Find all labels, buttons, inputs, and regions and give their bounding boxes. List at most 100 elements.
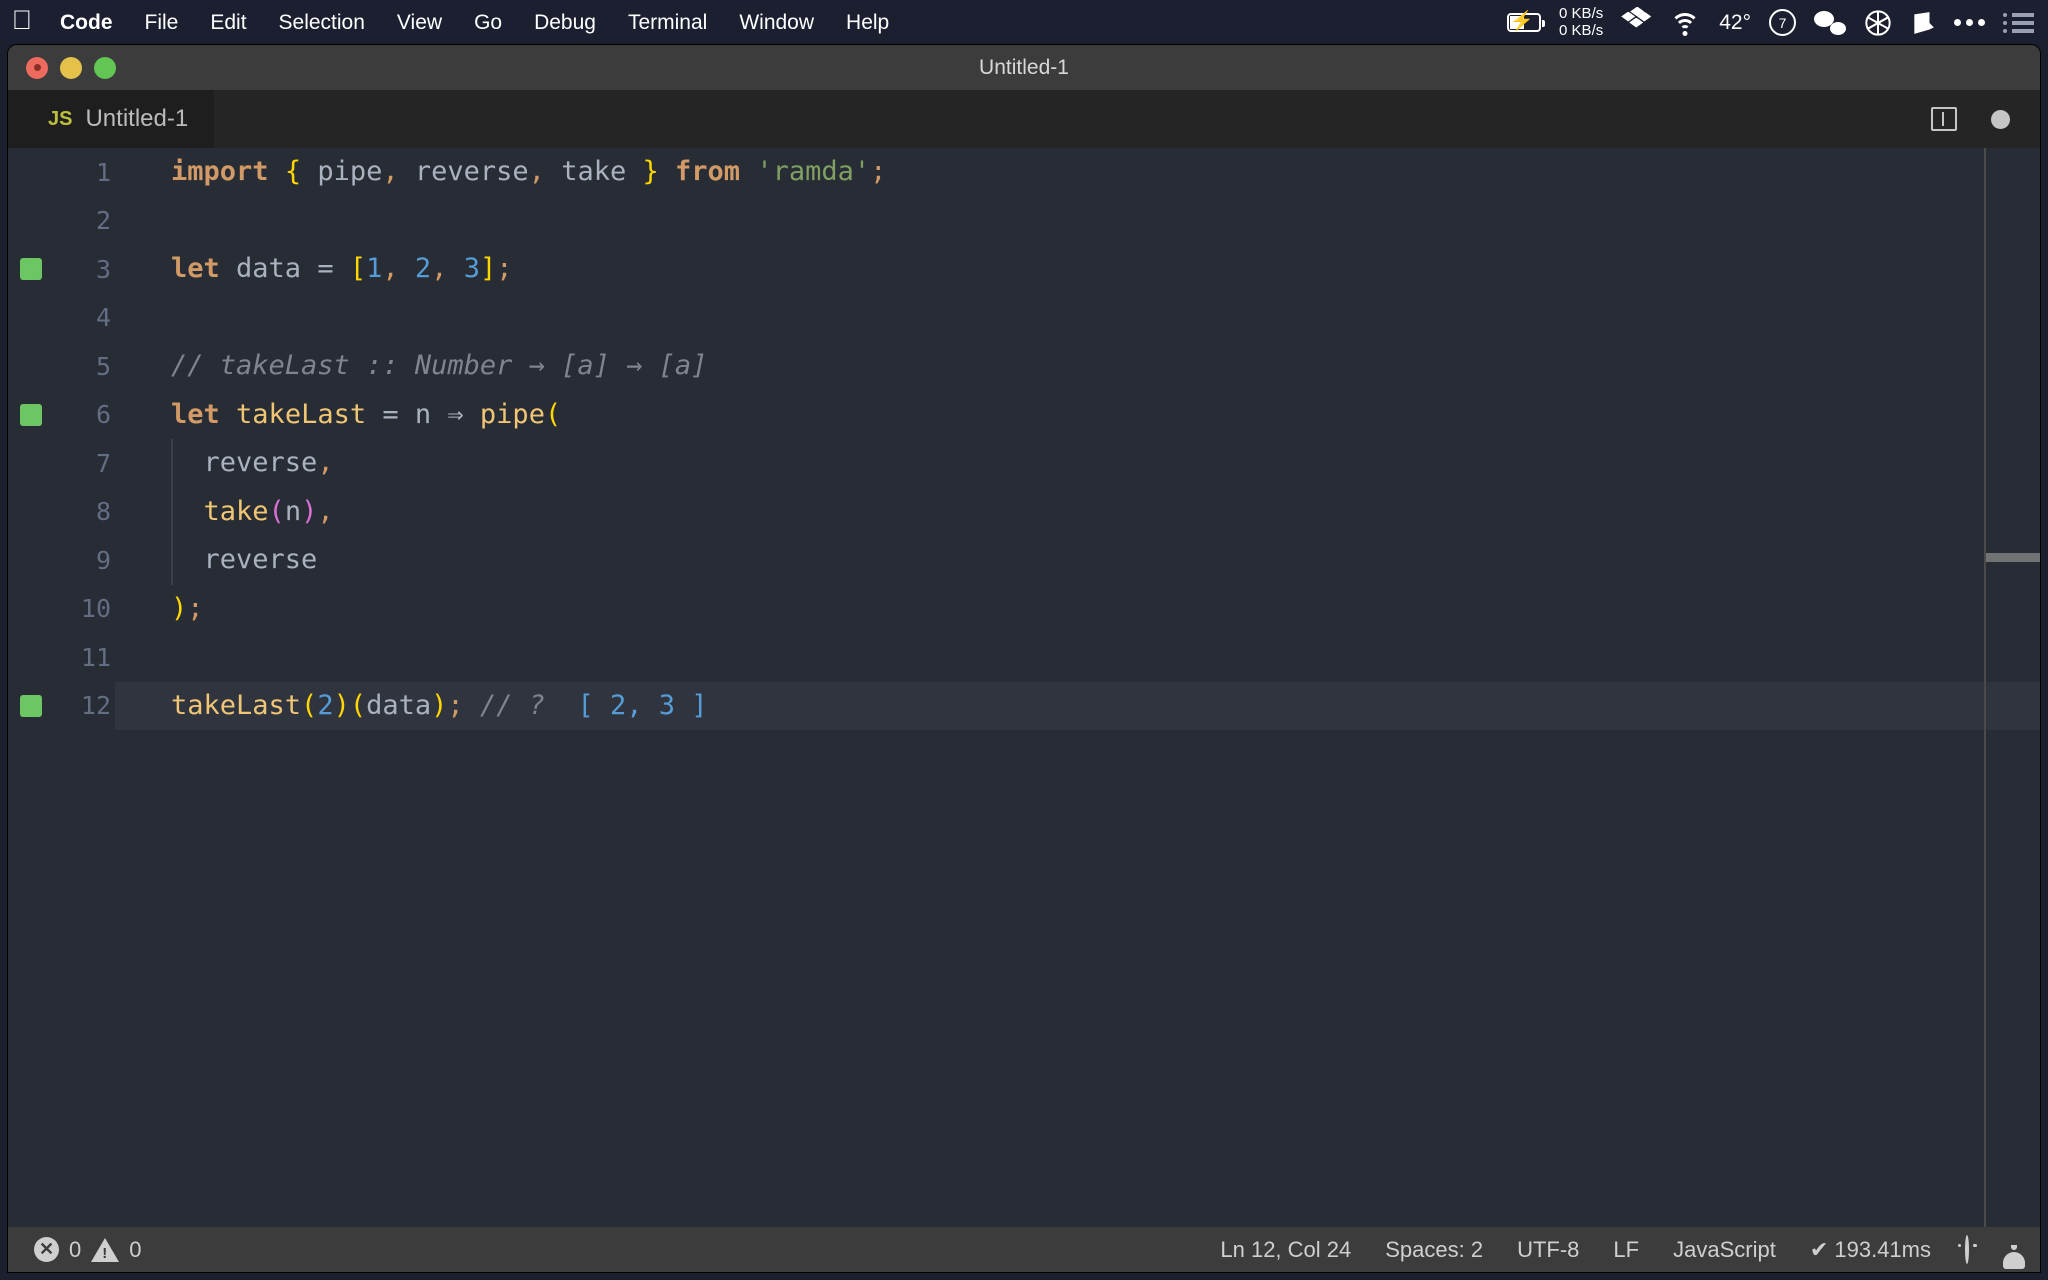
cursor-position[interactable]: Ln 12, Col 24 <box>1203 1237 1368 1263</box>
line-number: 1 <box>95 157 111 187</box>
javascript-file-icon: JS <box>48 107 73 130</box>
code-token: } <box>642 156 659 187</box>
overview-ruler-mark[interactable] <box>1986 553 2040 562</box>
code-line[interactable]: 8 take(n), <box>8 487 2040 536</box>
added-line-marker <box>19 403 42 426</box>
added-line-marker <box>19 694 42 717</box>
code-line[interactable]: 5 // takeLast :: Number → [a] → [a] <box>8 342 2040 391</box>
network-speed-indicator[interactable]: 0 KB/s 0 KB/s <box>1559 5 1603 40</box>
menu-item-edit[interactable]: Edit <box>194 0 262 45</box>
code-token: ( <box>268 495 285 527</box>
apple-logo-icon[interactable]:  <box>0 7 44 38</box>
gutter-change-indicator <box>8 258 53 281</box>
code-line-text[interactable] <box>115 197 2040 246</box>
end-of-line-sequence[interactable]: LF <box>1596 1237 1656 1263</box>
code-token: ( <box>301 689 318 721</box>
code-token: reverse <box>171 447 318 478</box>
code-editor[interactable]: 1 import { pipe, reverse, take } from 'ra… <box>8 148 2040 1227</box>
code-line[interactable]: 9 reverse <box>8 536 2040 585</box>
battery-charging-icon[interactable]: ⚡ <box>1507 12 1546 32</box>
file-encoding[interactable]: UTF-8 <box>1500 1237 1596 1263</box>
indentation-setting[interactable]: Spaces: 2 <box>1368 1237 1500 1263</box>
run-time-indicator[interactable]: ✔ 193.41ms <box>1793 1237 1948 1263</box>
code-token: import <box>171 156 269 187</box>
code-line[interactable]: 12 takeLast(2)(data); // ? [ 2, 3 ] <box>8 681 2040 730</box>
code-token: , <box>382 253 399 284</box>
code-line[interactable]: 11 <box>8 633 2040 682</box>
editor-tab-label: Untitled-1 <box>85 105 189 132</box>
code-line[interactable]: 1 import { pipe, reverse, take } from 'ra… <box>8 148 2040 197</box>
menu-item-code[interactable]: Code <box>44 0 129 45</box>
code-line-text[interactable]: let takeLast = n ⇒ pipe( <box>115 391 2040 440</box>
code-token: take <box>544 156 643 187</box>
code-line[interactable]: 10); <box>8 585 2040 634</box>
clock-badge-label: 7 <box>1769 9 1796 36</box>
code-token: , <box>382 156 399 187</box>
code-token: ( <box>544 398 562 430</box>
ellipsis-icon[interactable] <box>1954 19 1985 26</box>
code-line-text[interactable] <box>115 633 2040 682</box>
menu-item-terminal[interactable]: Terminal <box>612 0 723 45</box>
code-token: takeLast <box>236 398 367 430</box>
split-editor-icon[interactable] <box>1931 107 1957 131</box>
wifi-icon[interactable] <box>1669 11 1701 36</box>
code-token: let <box>171 398 220 430</box>
code-line[interactable]: 7 reverse, <box>8 439 2040 488</box>
menu-bar-status-items: ⚡ 0 KB/s 0 KB/s 42° 7 <box>1507 0 2048 45</box>
code-token: n <box>284 495 302 527</box>
dirty-dot-icon[interactable] <box>1991 109 2010 129</box>
code-line-text[interactable]: let data = [1, 2, 3]; <box>115 245 2040 294</box>
wechat-icon[interactable] <box>1814 10 1846 35</box>
line-number: 5 <box>95 351 111 381</box>
code-line-text[interactable] <box>115 294 2040 343</box>
code-token: n <box>414 398 432 430</box>
temperature-indicator[interactable]: 42° <box>1719 11 1751 35</box>
menu-item-help[interactable]: Help <box>830 0 905 45</box>
code-token: // takeLast :: Number → [a] → [a] <box>171 350 708 381</box>
menu-item-debug[interactable]: Debug <box>518 0 612 45</box>
code-token: 3 <box>463 253 480 284</box>
cube-icon[interactable] <box>1910 10 1936 36</box>
dropbox-icon[interactable] <box>1621 6 1652 36</box>
smiley-icon[interactable] <box>1948 1234 1986 1264</box>
code-token: ; <box>187 592 204 624</box>
list-icon[interactable] <box>2003 12 2034 33</box>
code-line[interactable]: 2 <box>8 197 2040 246</box>
code-token: ) <box>431 689 448 721</box>
language-mode[interactable]: JavaScript <box>1656 1237 1793 1263</box>
line-number: 2 <box>95 206 111 236</box>
menu-item-window[interactable]: Window <box>723 0 830 45</box>
clock-icon[interactable]: 7 <box>1769 9 1796 36</box>
warning-count: 0 <box>129 1236 142 1262</box>
code-token: data <box>366 689 432 721</box>
line-number: 8 <box>95 497 111 527</box>
code-line-text[interactable]: takeLast(2)(data); // ? [ 2, 3 ] <box>115 681 2040 730</box>
aperture-icon[interactable] <box>1864 9 1892 37</box>
line-number: 4 <box>95 303 111 333</box>
code-token: reverse <box>398 156 529 187</box>
status-bar-problems[interactable]: ✕ 0 0 <box>8 1237 142 1263</box>
code-line-text[interactable]: take(n), <box>115 487 2040 536</box>
code-line[interactable]: 3 let data = [1, 2, 3]; <box>8 245 2040 294</box>
code-line-text[interactable]: reverse <box>115 536 2040 585</box>
code-lines-container: 1 import { pipe, reverse, take } from 'ra… <box>8 148 2040 730</box>
code-line[interactable]: 6 let takeLast = n ⇒ pipe( <box>8 391 2040 440</box>
code-token: ⇒ <box>431 398 480 430</box>
editor-tab-untitled-1[interactable]: JS Untitled-1 <box>8 90 215 148</box>
editor-actions <box>1931 90 2040 148</box>
code-line-text[interactable]: ); <box>115 585 2040 634</box>
menu-item-selection[interactable]: Selection <box>263 0 381 45</box>
menu-item-view[interactable]: View <box>381 0 458 45</box>
gutter-change-indicator <box>8 694 53 717</box>
code-line-text[interactable]: import { pipe, reverse, take } from 'ram… <box>115 148 2040 197</box>
vscode-window: Untitled-1 JS Untitled-1 1 import { pipe,… <box>8 45 2040 1272</box>
code-line-text[interactable]: // takeLast :: Number → [a] → [a] <box>115 342 2040 391</box>
indent-guide <box>171 439 173 488</box>
code-line-text[interactable]: reverse, <box>115 439 2040 488</box>
code-line[interactable]: 4 <box>8 294 2040 343</box>
menu-item-file[interactable]: File <box>129 0 195 45</box>
menu-item-go[interactable]: Go <box>458 0 518 45</box>
